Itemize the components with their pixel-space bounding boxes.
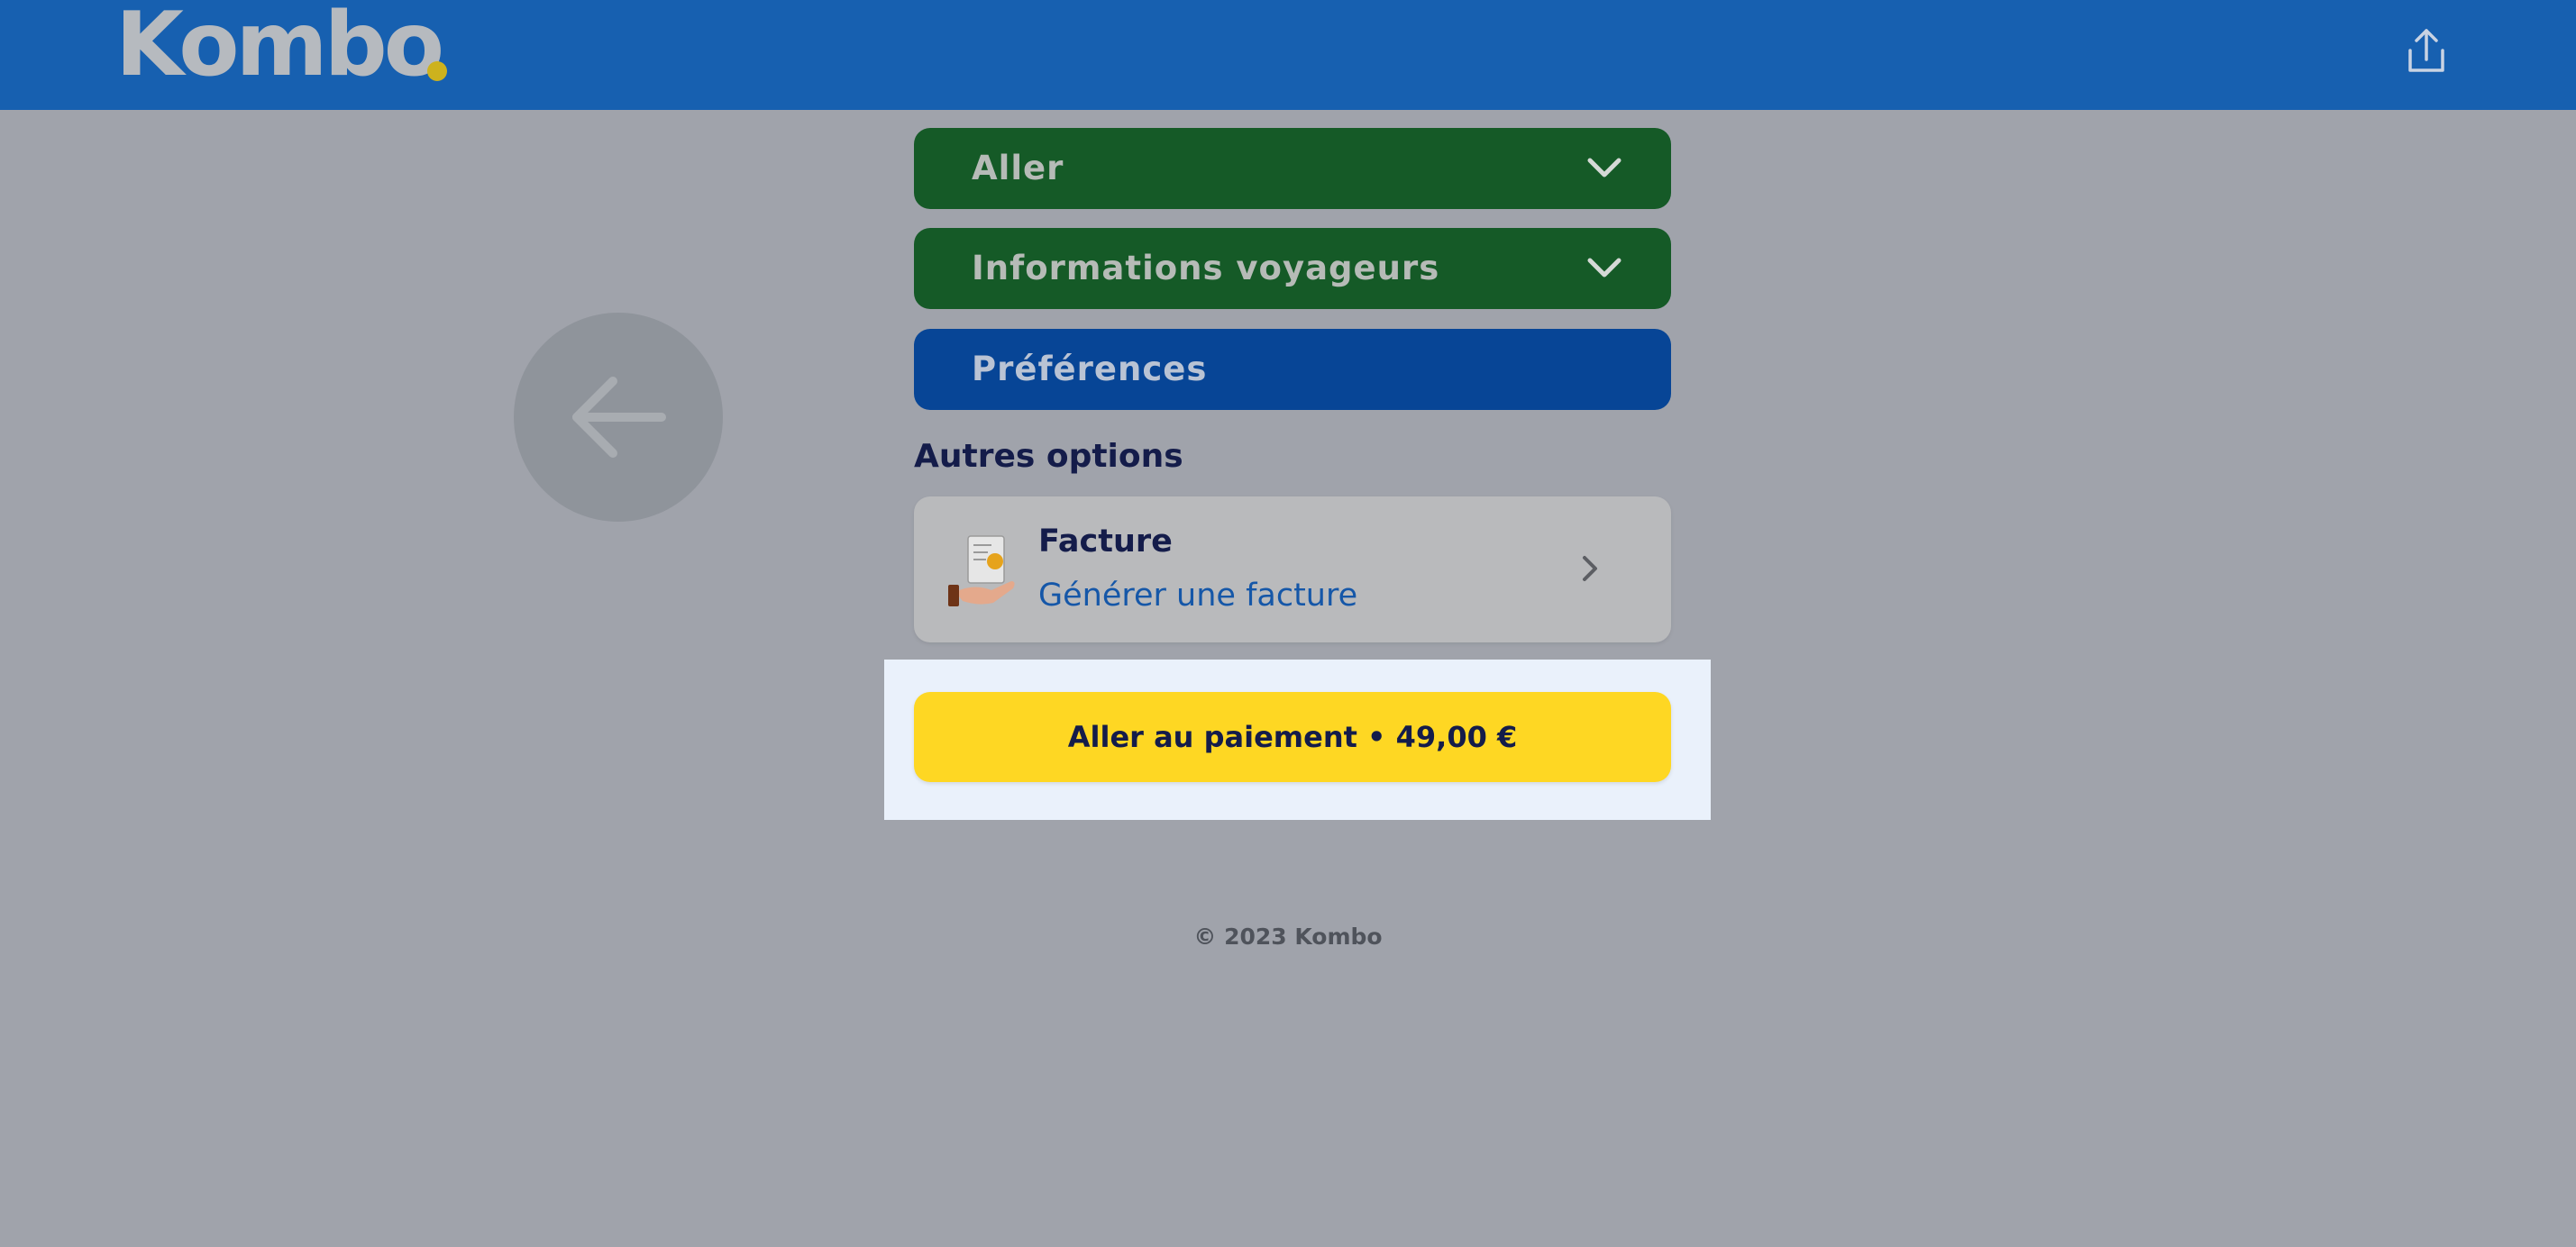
section-informations-voyageurs[interactable]: Informations voyageurs [914, 228, 1671, 309]
section-aller-label: Aller [972, 149, 1064, 187]
logo-dot [427, 61, 447, 81]
kombo-logo[interactable]: Kombo [115, 0, 444, 90]
footer-copyright: © 2023 Kombo [1193, 924, 1383, 950]
share-upload-icon[interactable] [2401, 25, 2452, 79]
arrow-left-icon [572, 377, 666, 458]
top-header: Kombo [0, 0, 2576, 110]
chevron-right-icon [1583, 556, 1597, 581]
back-button[interactable] [514, 313, 723, 522]
section-informations-voyageurs-label: Informations voyageurs [972, 249, 1440, 287]
go-to-payment-button[interactable]: Aller au paiement • 49,00 € [914, 692, 1671, 782]
section-aller[interactable]: Aller [914, 128, 1671, 209]
invoice-hand-icon [948, 535, 1015, 606]
autres-options-heading: Autres options [914, 438, 1183, 475]
section-preferences[interactable]: Préférences [914, 329, 1671, 410]
facture-subtitle[interactable]: Générer une facture [1038, 578, 1357, 614]
facture-title: Facture [1038, 523, 1173, 560]
facture-card[interactable]: Facture Générer une facture [914, 496, 1671, 642]
section-preferences-label: Préférences [972, 350, 1208, 388]
chevron-down-icon [1587, 258, 1621, 278]
chevron-down-icon [1587, 158, 1621, 177]
